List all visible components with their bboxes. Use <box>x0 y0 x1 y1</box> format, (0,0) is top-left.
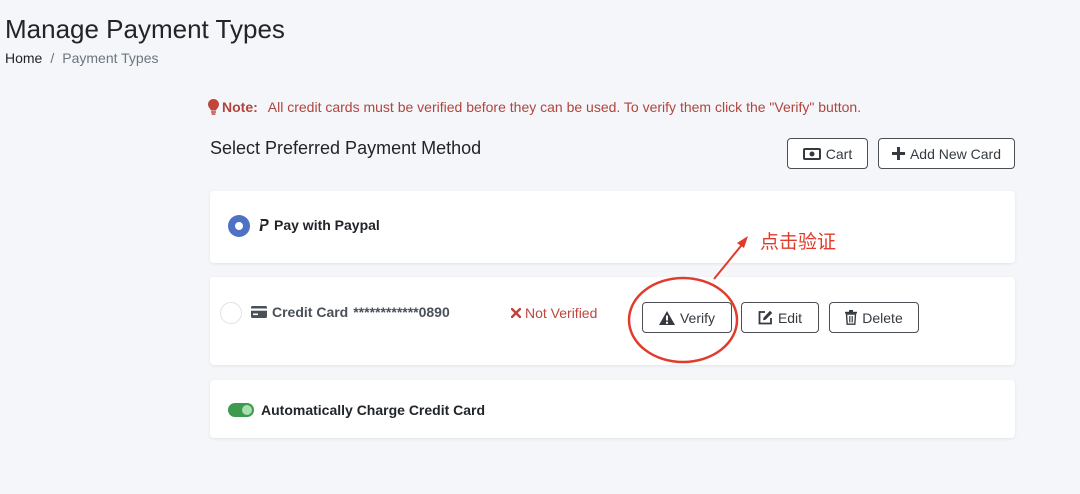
auto-charge-label: Automatically Charge Credit Card <box>261 402 486 418</box>
lightbulb-icon <box>208 99 219 115</box>
money-bill-icon <box>802 147 821 160</box>
credit-card-icon <box>251 306 267 318</box>
section-heading: Select Preferred Payment Method <box>210 138 482 158</box>
paypal-icon <box>259 218 269 231</box>
note-label: Note: <box>222 99 258 115</box>
breadcrumb-separator: / <box>50 50 55 66</box>
x-icon <box>511 308 521 318</box>
edit-icon <box>758 310 773 325</box>
cart-button-label: Cart <box>825 145 853 162</box>
cart-button[interactable]: Cart <box>787 138 868 169</box>
paypal-option-card[interactable]: Pay with Paypal <box>210 191 1015 263</box>
auto-charge-toggle[interactable] <box>228 403 254 417</box>
trash-icon <box>845 310 858 325</box>
paypal-label-group: Pay with Paypal <box>258 217 380 233</box>
edit-button-label: Edit <box>777 309 803 326</box>
auto-charge-card: Automatically Charge Credit Card <box>210 380 1015 438</box>
note-text: All credit cards must be verified before… <box>267 99 862 115</box>
add-new-card-button[interactable]: Add New Card <box>878 138 1015 169</box>
verify-button-label: Verify <box>679 309 715 326</box>
credit-card-number: ************0890 <box>353 304 450 320</box>
warning-icon <box>658 310 675 325</box>
credit-card-radio[interactable] <box>220 302 242 324</box>
credit-card-label: Credit Card <box>272 304 349 320</box>
page-title: Manage Payment Types <box>5 14 285 44</box>
breadcrumb-home-link[interactable]: Home <box>5 50 42 66</box>
add-new-card-label: Add New Card <box>909 145 1002 162</box>
paypal-label: Pay with Paypal <box>274 217 380 233</box>
delete-button-label: Delete <box>862 309 903 326</box>
verification-status-text: Not Verified <box>525 305 598 321</box>
verification-note: Note: All credit cards must be verified … <box>208 99 861 115</box>
credit-card-label-group: Credit Card ************0890 <box>251 304 450 320</box>
breadcrumb-current: Payment Types <box>62 50 159 66</box>
delete-button[interactable]: Delete <box>829 302 919 333</box>
paypal-radio[interactable] <box>228 215 250 237</box>
annotation-text: 点击验证 <box>760 231 837 253</box>
verify-button[interactable]: Verify <box>642 302 732 333</box>
breadcrumb: Home / Payment Types <box>5 50 159 66</box>
plus-icon <box>891 147 905 160</box>
edit-button[interactable]: Edit <box>741 302 819 333</box>
verification-status: Not Verified <box>511 305 597 321</box>
